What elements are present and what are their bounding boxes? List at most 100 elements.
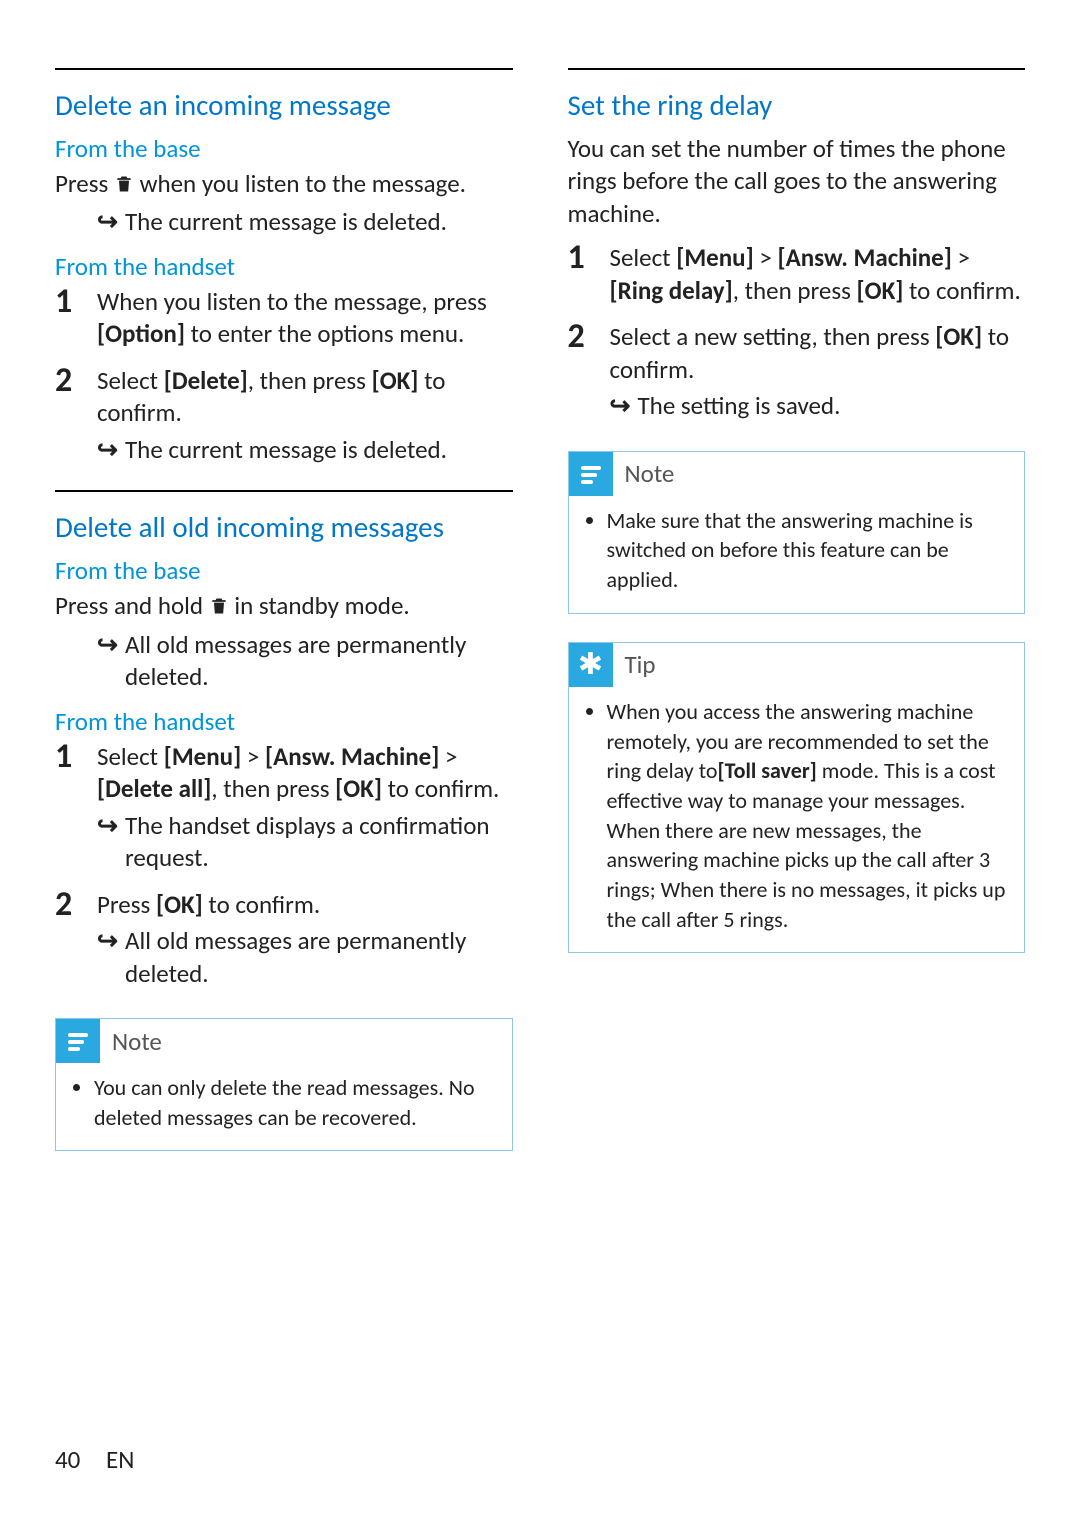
- text: , then press: [211, 773, 335, 804]
- text: in standby mode.: [229, 590, 410, 621]
- heading-delete-all: Delete all old incoming messages: [55, 510, 513, 545]
- ui-label: [Answ. Machine]: [265, 741, 439, 772]
- text: , then press: [248, 365, 372, 396]
- result-text: The current message is deleted.: [125, 206, 447, 239]
- subheading-from-base: From the base: [55, 133, 513, 164]
- note-icon: [56, 1019, 100, 1063]
- text: , then press: [733, 275, 857, 306]
- result-text: The current message is deleted.: [125, 434, 447, 467]
- ui-label: [OK]: [935, 321, 982, 352]
- divider: [568, 68, 1026, 70]
- text: when you listen to the message.: [134, 168, 466, 199]
- tip-text: When you access the answering machine re…: [607, 697, 1007, 935]
- result-text: All old messages are permanently deleted…: [125, 629, 513, 694]
- result-line: ↪ All old messages are permanently delet…: [97, 925, 513, 990]
- step-item: Select [Delete], then press [OK] to conf…: [55, 365, 513, 467]
- divider: [55, 490, 513, 492]
- ui-label: [Delete all]: [97, 773, 211, 804]
- text: Select: [97, 365, 164, 396]
- note-callout: Note You can only delete the read messag…: [55, 1018, 513, 1151]
- ui-label: [OK]: [156, 889, 203, 920]
- result-text: The handset displays a confirmation requ…: [125, 810, 513, 875]
- ui-label: [OK]: [857, 275, 904, 306]
- result-line: ↪ The current message is deleted.: [97, 206, 513, 239]
- ui-label: [Toll saver]: [717, 757, 816, 784]
- ui-label: [Ring delay]: [610, 275, 733, 306]
- step-item: Press [OK] to confirm. ↪ All old message…: [55, 889, 513, 991]
- page-content: Delete an incoming message From the base…: [0, 0, 1080, 1151]
- trash-icon: [209, 592, 229, 625]
- ui-label: [OK]: [372, 365, 419, 396]
- callout-title: Tip: [625, 649, 656, 680]
- subheading-from-handset: From the handset: [55, 251, 513, 282]
- ui-label: [Menu]: [164, 741, 242, 772]
- trash-icon: [114, 170, 134, 203]
- ui-label: [Delete]: [164, 365, 248, 396]
- text: >: [439, 741, 457, 772]
- steps-list: Select [Menu] > [Answ. Machine] > [Delet…: [55, 741, 513, 991]
- text: Press: [55, 168, 114, 199]
- callout-body: You can only delete the read messages. N…: [56, 1063, 512, 1150]
- body-text: Press when you listen to the message.: [55, 168, 513, 203]
- note-text: Make sure that the answering machine is …: [607, 506, 1007, 595]
- result-arrow-icon: ↪: [97, 925, 125, 990]
- divider: [55, 68, 513, 70]
- ui-label: [Menu]: [676, 242, 754, 273]
- note-text: You can only delete the read messages. N…: [94, 1073, 494, 1132]
- ui-label: [Option]: [97, 318, 185, 349]
- step-item: Select [Menu] > [Answ. Machine] > [Ring …: [568, 242, 1026, 307]
- left-column: Delete an incoming message From the base…: [55, 60, 513, 1151]
- text: >: [241, 741, 265, 772]
- subheading-from-base: From the base: [55, 555, 513, 586]
- callout-header: ✱ Tip: [569, 643, 1025, 687]
- ui-label: [OK]: [335, 773, 382, 804]
- right-column: Set the ring delay You can set the numbe…: [568, 60, 1026, 1151]
- result-line: ↪ All old messages are permanently delet…: [97, 629, 513, 694]
- text: Select: [610, 242, 677, 273]
- text: to enter the options menu.: [185, 318, 464, 349]
- step-item: When you listen to the message, press [O…: [55, 286, 513, 351]
- callout-header: Note: [56, 1019, 512, 1063]
- text: >: [754, 242, 778, 273]
- tip-callout: ✱ Tip When you access the answering mach…: [568, 642, 1026, 954]
- text: Select: [97, 741, 164, 772]
- text: to confirm.: [903, 275, 1020, 306]
- intro-text: You can set the number of times the phon…: [568, 133, 1026, 231]
- result-text: The setting is saved.: [638, 390, 841, 423]
- page-footer: 40 EN: [55, 1444, 134, 1475]
- text: When you listen to the message, press: [97, 286, 487, 317]
- text: Press: [97, 889, 156, 920]
- callout-body: When you access the answering machine re…: [569, 687, 1025, 953]
- result-line: ↪ The setting is saved.: [610, 390, 1026, 423]
- result-line: ↪ The handset displays a confirmation re…: [97, 810, 513, 875]
- result-text: All old messages are permanently deleted…: [125, 925, 513, 990]
- callout-title: Note: [112, 1026, 162, 1057]
- steps-list: Select [Menu] > [Answ. Machine] > [Ring …: [568, 242, 1026, 423]
- step-item: Select a new setting, then press [OK] to…: [568, 321, 1026, 423]
- step-item: Select [Menu] > [Answ. Machine] > [Delet…: [55, 741, 513, 875]
- note-callout: Note Make sure that the answering machin…: [568, 451, 1026, 614]
- callout-title: Note: [625, 458, 675, 489]
- ui-label: [Answ. Machine]: [777, 242, 951, 273]
- note-icon: [569, 452, 613, 496]
- callout-body: Make sure that the answering machine is …: [569, 496, 1025, 613]
- text: Press and hold: [55, 590, 209, 621]
- heading-ring-delay: Set the ring delay: [568, 88, 1026, 123]
- text: to confirm.: [203, 889, 320, 920]
- result-arrow-icon: ↪: [97, 810, 125, 875]
- steps-list: When you listen to the message, press [O…: [55, 286, 513, 467]
- text: >: [952, 242, 970, 273]
- result-arrow-icon: ↪: [97, 434, 125, 467]
- body-text: Press and hold in standby mode.: [55, 590, 513, 625]
- text: Select a new setting, then press: [610, 321, 936, 352]
- heading-delete-incoming: Delete an incoming message: [55, 88, 513, 123]
- callout-header: Note: [569, 452, 1025, 496]
- result-line: ↪ The current message is deleted.: [97, 434, 513, 467]
- text: to confirm.: [382, 773, 499, 804]
- result-arrow-icon: ↪: [97, 629, 125, 694]
- result-arrow-icon: ↪: [97, 206, 125, 239]
- subheading-from-handset: From the handset: [55, 706, 513, 737]
- tip-icon: ✱: [569, 643, 613, 687]
- page-number: 40: [55, 1444, 80, 1475]
- result-arrow-icon: ↪: [610, 390, 638, 423]
